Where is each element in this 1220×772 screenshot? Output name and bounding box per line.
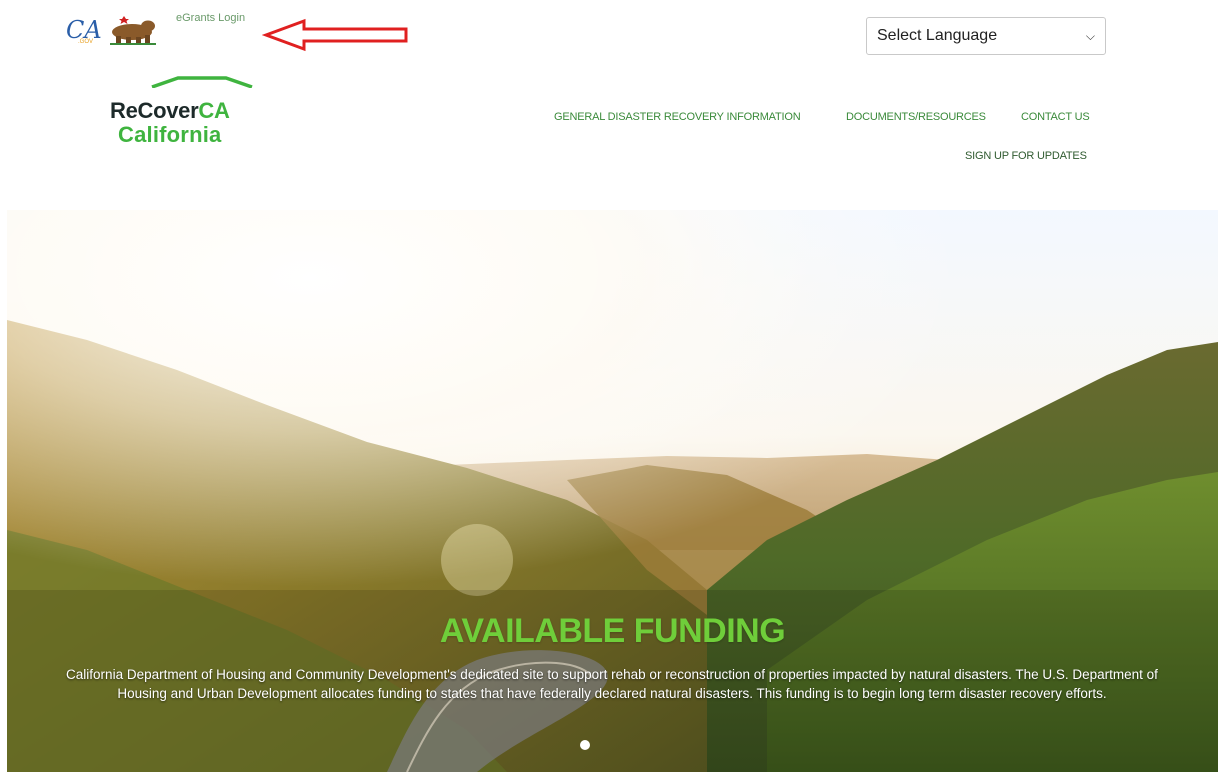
slider-dot-active[interactable] [580,740,590,750]
nav-general-disaster-recovery[interactable]: GENERAL DISASTER RECOVERY INFORMATION [554,111,801,123]
recoverca-logo[interactable]: ReCoverCA California [104,76,264,150]
bear-icon [110,16,156,45]
red-arrow-annotation [262,18,408,52]
top-bar: CA .GOV eGrants Login Select Language ⌵ [0,0,1220,70]
nav-documents-resources[interactable]: DOCUMENTS/RESOURCES [846,111,986,123]
hero-description: California Department of Housing and Com… [66,667,1158,701]
nav-sign-up-updates[interactable]: SIGN UP FOR UPDATES [965,150,1087,162]
brand-subtitle: California [118,122,222,147]
hero-slider: AVAILABLE FUNDING California Department … [7,210,1218,772]
language-select[interactable]: Select Language ⌵ [866,17,1106,55]
brand-name-part2: CA [198,98,230,123]
svg-text:.GOV: .GOV [78,39,93,45]
language-select-value: Select Language [877,27,998,44]
ca-gov-logo[interactable]: CA .GOV [64,12,160,46]
egrants-login-link[interactable]: eGrants Login [176,12,245,24]
brand-name-part1: ReCover [110,98,199,123]
brand-name: ReCoverCA [110,98,230,124]
chevron-down-icon: ⌵ [1085,28,1095,43]
roof-icon [151,76,253,88]
hero-title: AVAILABLE FUNDING [439,612,786,650]
nav-contact-us[interactable]: CONTACT US [1021,111,1090,123]
